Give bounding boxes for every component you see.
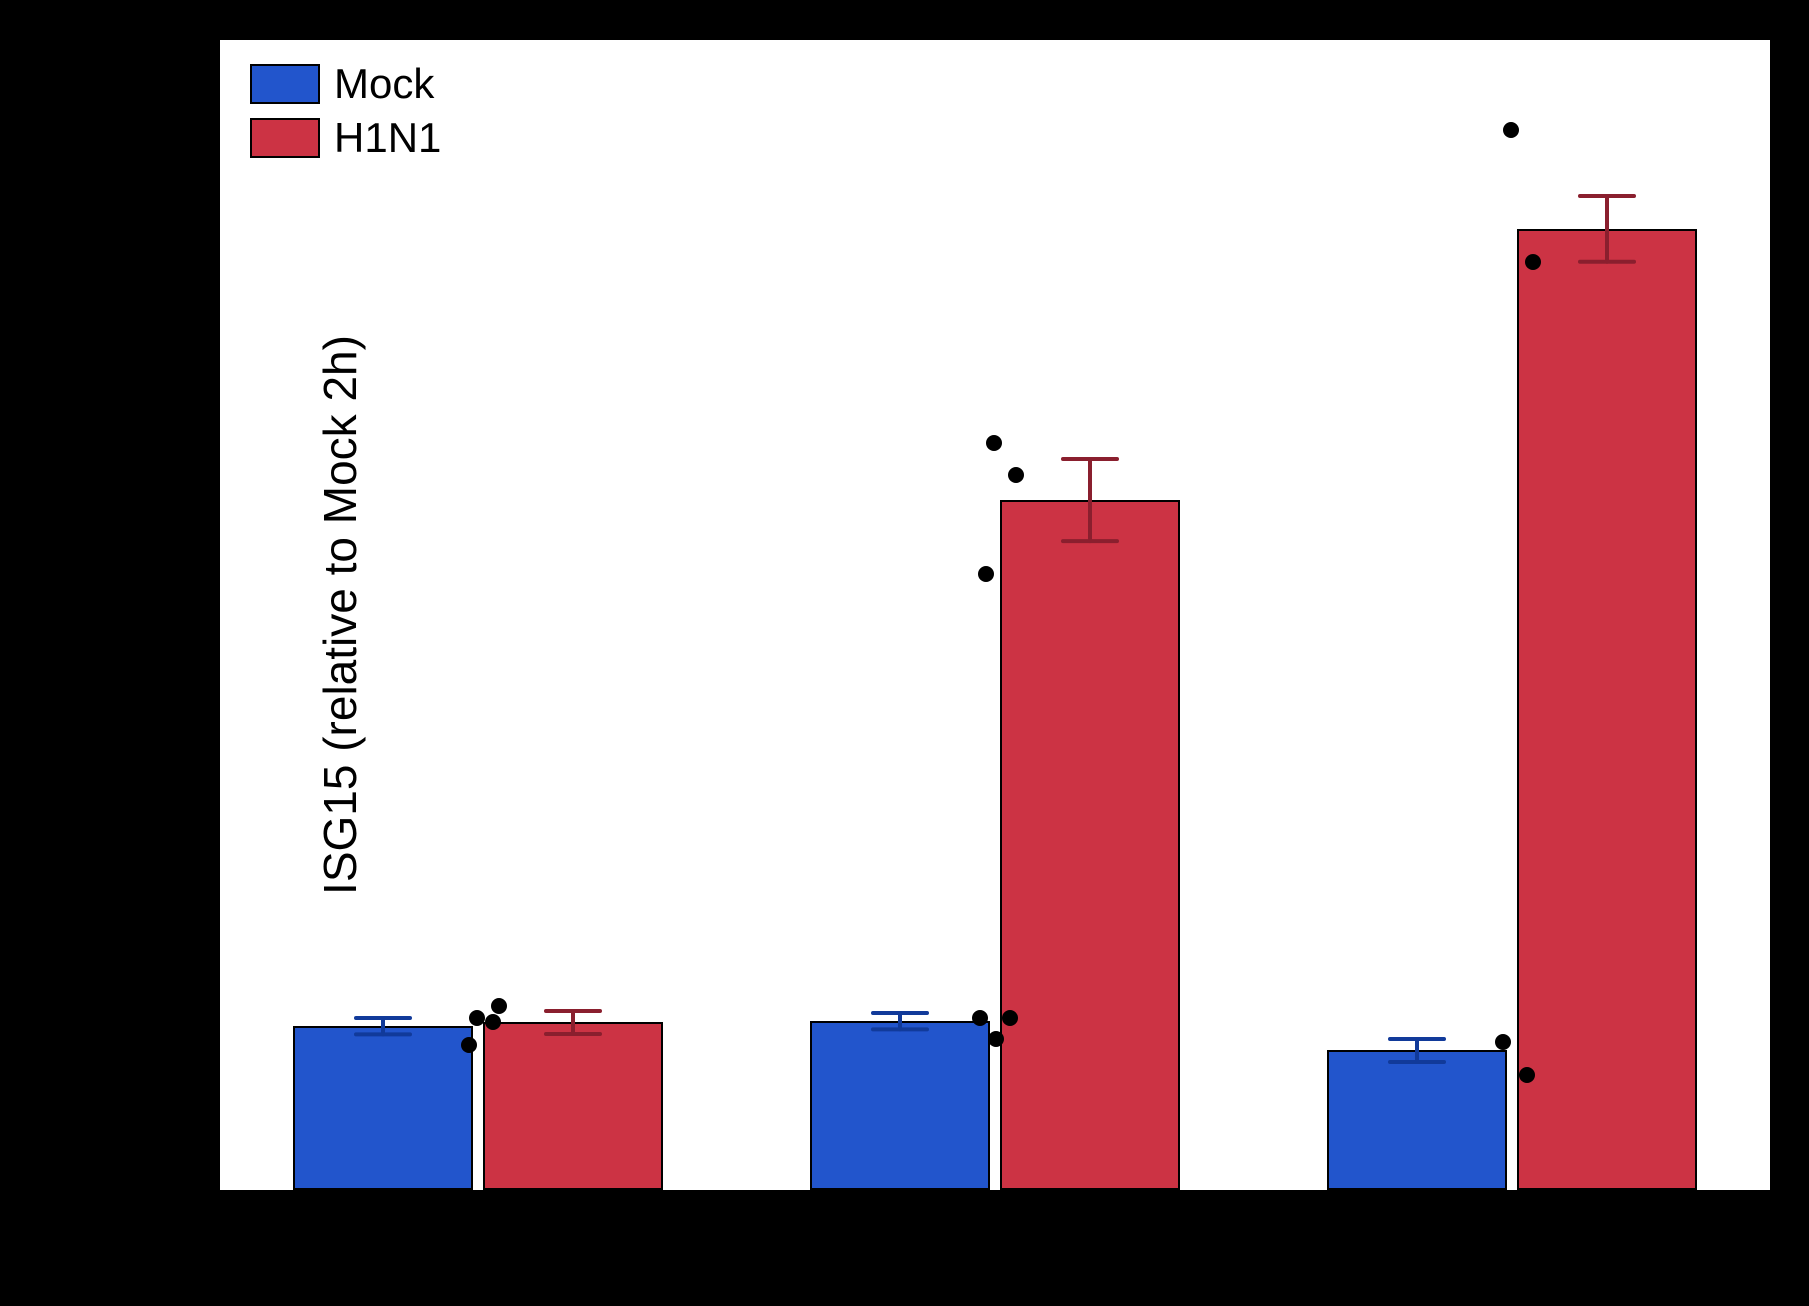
bar-h1n1-2h <box>483 1022 663 1190</box>
y-tick <box>206 1189 220 1192</box>
y-axis-label: ISG15 (relative to Mock 2h) <box>313 335 367 895</box>
data-point <box>988 1031 1004 1047</box>
x-tick-label: 24h <box>1477 1210 1547 1258</box>
legend: Mock H1N1 <box>250 60 441 168</box>
bar-h1n1-8h <box>1000 500 1180 1190</box>
x-tick <box>1511 1190 1514 1204</box>
y-tick <box>206 368 220 371</box>
y-tick <box>206 532 220 535</box>
y-tick <box>206 203 220 206</box>
data-point <box>485 1014 501 1030</box>
bar-mock-24h <box>1327 1050 1507 1190</box>
x-tick <box>994 1190 997 1204</box>
bar-mock-2h <box>293 1026 473 1190</box>
legend-item-h1n1: H1N1 <box>250 114 441 162</box>
y-tick-label: 2 <box>130 840 200 883</box>
bar-mock-8h <box>810 1021 990 1190</box>
y-tick-label: 3 <box>130 676 200 719</box>
data-point <box>1002 1010 1018 1026</box>
data-point <box>469 1010 485 1026</box>
data-point <box>1519 1067 1535 1083</box>
legend-item-mock: Mock <box>250 60 441 108</box>
data-point <box>978 566 994 582</box>
data-point <box>972 1010 988 1026</box>
data-point <box>1503 122 1519 138</box>
y-tick <box>206 860 220 863</box>
x-tick <box>477 1190 480 1204</box>
legend-swatch-h1n1 <box>250 118 320 158</box>
y-tick-label: 4 <box>130 511 200 554</box>
y-tick-label: 0 <box>130 1169 200 1212</box>
legend-label-mock: Mock <box>334 60 434 108</box>
x-tick-label: 8h <box>972 1210 1019 1258</box>
x-tick-label: 2h <box>455 1210 502 1258</box>
data-point <box>1495 1034 1511 1050</box>
y-tick-label: 5 <box>130 347 200 390</box>
data-point <box>1008 467 1024 483</box>
y-tick-label: 6 <box>130 183 200 226</box>
y-axis-line <box>217 40 220 1193</box>
y-tick-label: 1 <box>130 1004 200 1047</box>
data-point <box>1525 254 1541 270</box>
legend-swatch-mock <box>250 64 320 104</box>
y-tick <box>206 696 220 699</box>
y-tick <box>206 1025 220 1028</box>
data-point <box>986 435 1002 451</box>
legend-label-h1n1: H1N1 <box>334 114 441 162</box>
data-point <box>461 1037 477 1053</box>
bar-h1n1-24h <box>1517 229 1697 1190</box>
y-axis-label-text: ISG15 (relative to Mock 2h) <box>314 335 366 895</box>
data-point <box>491 998 507 1014</box>
figure-canvas: ISG15 (relative to Mock 2h) Mock H1N1 0 1… <box>0 0 1809 1306</box>
